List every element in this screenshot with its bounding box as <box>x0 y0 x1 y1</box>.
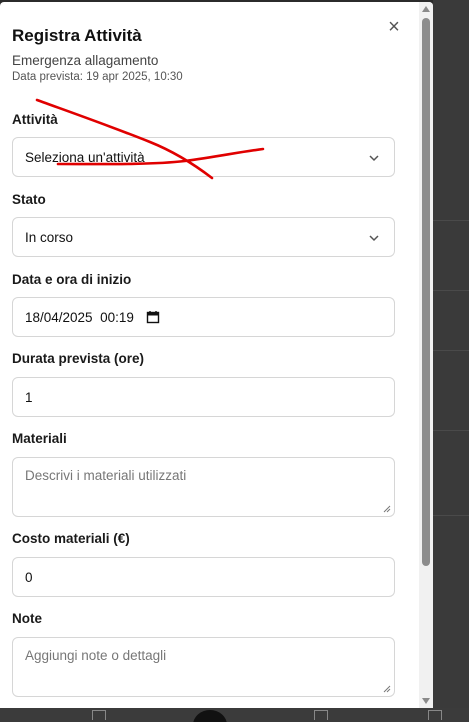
modal-title: Registra Attività <box>12 26 142 45</box>
resize-handle-icon[interactable] <box>383 505 391 513</box>
modal-subtitle: Emergenza allagamento <box>12 53 159 68</box>
nav-icon[interactable] <box>92 710 106 720</box>
status-select-value: In corso <box>25 229 74 245</box>
materials-cost-input[interactable]: 0 <box>12 557 395 597</box>
close-icon: × <box>388 16 400 38</box>
close-button[interactable]: × <box>383 16 405 38</box>
nav-icon[interactable] <box>314 710 328 720</box>
activity-label: Attività <box>12 112 58 127</box>
nav-icon[interactable] <box>428 710 442 720</box>
backdrop-divider <box>433 290 469 291</box>
materials-textarea[interactable]: Descrivi i materiali utilizzati <box>12 457 395 517</box>
activity-modal: × Registra Attività Emergenza allagament… <box>0 2 433 708</box>
scroll-up-arrow-icon[interactable] <box>422 6 430 12</box>
backdrop-divider <box>433 515 469 516</box>
backdrop-divider <box>433 430 469 431</box>
resize-handle-icon[interactable] <box>383 685 391 693</box>
status-select[interactable]: In corso <box>12 217 395 257</box>
scheduled-date: Data prevista: 19 apr 2025, 10:30 <box>12 71 183 83</box>
status-label: Stato <box>12 192 46 207</box>
backdrop-divider <box>433 220 469 221</box>
chevron-down-icon <box>369 235 379 242</box>
start-datetime-input[interactable]: 18/04/2025 00:19 <box>12 297 395 337</box>
start-datetime-label: Data e ora di inizio <box>12 272 132 287</box>
fab-button[interactable] <box>193 710 227 722</box>
chevron-down-icon <box>369 155 379 162</box>
bottom-nav-bar <box>0 708 469 722</box>
scroll-down-arrow-icon[interactable] <box>422 698 430 704</box>
start-datetime-value: 18/04/2025 00:19 <box>25 309 134 325</box>
backdrop-divider <box>433 350 469 351</box>
notes-textarea[interactable]: Aggiungi note o dettagli <box>12 637 395 697</box>
duration-value: 1 <box>25 389 33 405</box>
duration-label: Durata prevista (ore) <box>12 351 145 366</box>
materials-placeholder: Descrivi i materiali utilizzati <box>25 468 187 483</box>
notes-placeholder: Aggiungi note o dettagli <box>25 648 167 663</box>
scrollbar-thumb[interactable] <box>422 18 430 566</box>
activity-select-value: Seleziona un'attività <box>25 149 145 165</box>
materials-label: Materiali <box>12 431 67 446</box>
backdrop <box>433 0 469 722</box>
calendar-icon[interactable] <box>146 310 160 324</box>
activity-select[interactable]: Seleziona un'attività <box>12 137 395 177</box>
materials-cost-value: 0 <box>25 569 33 585</box>
notes-label: Note <box>12 611 42 626</box>
duration-input[interactable]: 1 <box>12 377 395 417</box>
scrollbar[interactable] <box>419 2 433 708</box>
materials-cost-label: Costo materiali (€) <box>12 531 130 546</box>
